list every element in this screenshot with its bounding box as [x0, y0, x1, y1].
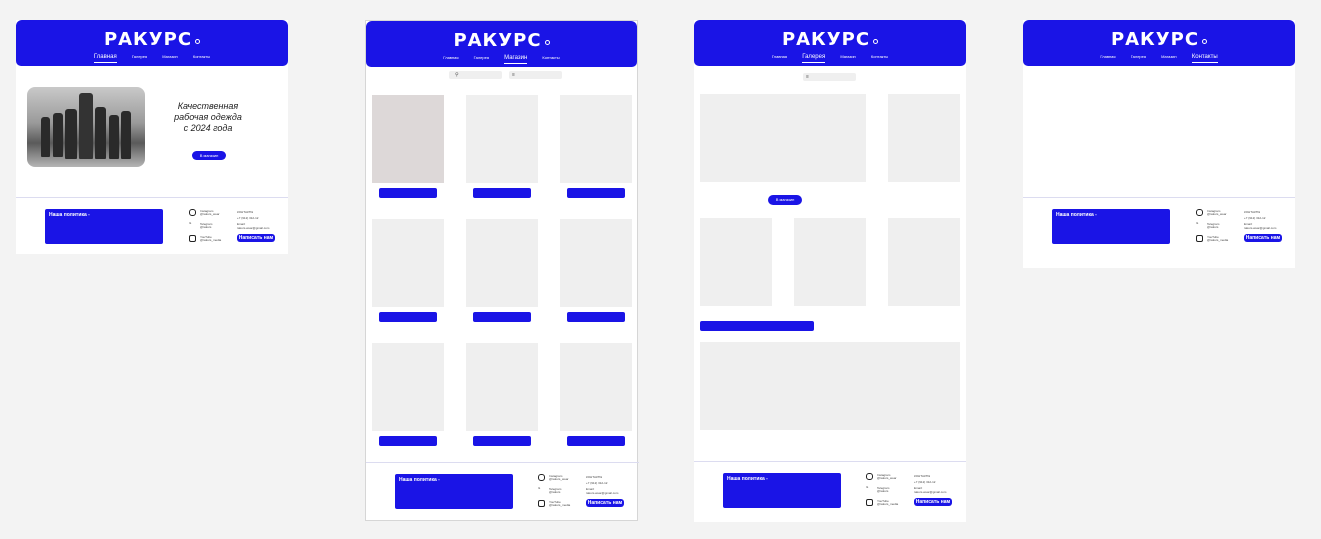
telegram-icon: ➤ [189, 221, 192, 225]
policy-block[interactable]: Наша политика - [723, 473, 841, 508]
nav-home[interactable]: Главная [772, 53, 787, 62]
gallery-section-bar [700, 321, 814, 331]
filter-input[interactable]: ≡ [509, 71, 562, 79]
main-nav: Главная Галерея Магазин Контакты [366, 54, 637, 64]
nav-home[interactable]: Главная [1100, 53, 1115, 62]
filter-input[interactable]: ≡ [803, 73, 856, 81]
product-card[interactable] [372, 219, 444, 307]
write-us-button[interactable]: Написать нам [237, 234, 275, 242]
product-buy-button[interactable] [473, 312, 531, 322]
contacts-info: КОНТАКТЫ +7 (912) 312-12 Email: rakurs.wea… [237, 210, 270, 230]
nav-contacts[interactable]: Контакты [193, 53, 210, 62]
product-card[interactable] [560, 95, 632, 183]
nav-home[interactable]: Главная [443, 54, 458, 63]
product-card[interactable] [560, 219, 632, 307]
contacts-info: КОНТАКТЫ +7 (912) 312-12 Email: rakurs.wea… [586, 475, 619, 495]
policy-block[interactable]: Наша политика - [395, 474, 513, 509]
product-buy-button[interactable] [379, 436, 437, 446]
gallery-image[interactable] [700, 218, 772, 306]
product-buy-button[interactable] [567, 312, 625, 322]
gallery-image[interactable] [794, 218, 866, 306]
product-buy-button[interactable] [473, 436, 531, 446]
main-nav: Главная Галерея Магазин Контакты [16, 53, 288, 63]
shop-cta-button[interactable]: В магазин [192, 151, 226, 160]
product-card[interactable] [560, 343, 632, 431]
nav-gallery[interactable]: Галерея [802, 53, 826, 63]
home-page-frame: РАКУРС Главная Галерея Магазин Контакты … [16, 20, 288, 254]
instagram-icon [538, 474, 545, 481]
nav-shop[interactable]: Магазин [840, 53, 855, 62]
main-nav: Главная Галерея Магазин Контакты [694, 53, 966, 63]
youtube-icon [866, 499, 873, 506]
nav-shop[interactable]: Магазин [1161, 53, 1176, 62]
instagram-icon [1196, 209, 1203, 216]
gallery-banner[interactable] [700, 342, 960, 430]
nav-contacts[interactable]: Контакты [542, 54, 559, 63]
telegram-icon: ➤ [538, 486, 541, 490]
telegram-icon: ➤ [866, 485, 869, 489]
gallery-image[interactable] [700, 94, 866, 182]
product-buy-button[interactable] [567, 436, 625, 446]
contacts-page-frame: РАКУРС Главная Галерея Магазин Контакты … [1023, 20, 1295, 268]
logo[interactable]: РАКУРС [16, 29, 288, 51]
logo[interactable]: РАКУРС [1023, 29, 1295, 51]
shop-page-frame: РАКУРС Главная Галерея Магазин Контакты … [365, 20, 639, 521]
product-buy-button[interactable] [379, 188, 437, 198]
product-buy-button[interactable] [379, 312, 437, 322]
policy-block[interactable]: Наша политика - [45, 209, 163, 244]
logo[interactable]: РАКУРС [694, 29, 966, 51]
gallery-page-frame: РАКУРС Главная Галерея Магазин Контакты … [694, 20, 966, 522]
footer-divider [366, 462, 639, 463]
footer-divider [16, 197, 288, 198]
instagram-icon [189, 209, 196, 216]
youtube-icon [538, 500, 545, 507]
write-us-button[interactable]: Написать нам [1244, 234, 1282, 242]
header: РАКУРС Главная Галерея Магазин Контакты [1023, 20, 1295, 66]
gallery-image[interactable] [888, 218, 960, 306]
gallery-image[interactable] [888, 94, 960, 182]
hero-photo [27, 87, 145, 167]
search-input[interactable]: ⚲ [449, 71, 502, 79]
product-card[interactable] [372, 95, 444, 183]
product-card[interactable] [466, 95, 538, 183]
product-card[interactable] [466, 219, 538, 307]
nav-contacts[interactable]: Контакты [1191, 53, 1218, 63]
contacts-info: КОНТАКТЫ +7 (912) 312-12 Email: rakurs.wea… [1244, 210, 1277, 230]
hero-line-2: рабочая одежда [174, 112, 242, 122]
write-us-button[interactable]: Написать нам [586, 499, 624, 507]
nav-shop[interactable]: Магазин [504, 54, 528, 64]
header: РАКУРС Главная Галерея Магазин Контакты [694, 20, 966, 66]
hero-line-3: с 2024 года [183, 123, 233, 133]
logo[interactable]: РАКУРС [366, 30, 637, 52]
nav-home[interactable]: Главная [93, 53, 117, 63]
hero-tagline: Качественная рабочая одежда с 2024 года [166, 101, 250, 134]
nav-gallery[interactable]: Галерея [474, 54, 489, 63]
contacts-info: КОНТАКТЫ +7 (912) 312-12 Email: rakurs.wea… [914, 474, 947, 494]
instagram-icon [866, 473, 873, 480]
product-card[interactable] [372, 343, 444, 431]
footer-divider [694, 461, 966, 462]
header: РАКУРС Главная Галерея Магазин Контакты [16, 20, 288, 66]
search-icon: ⚲ [455, 72, 459, 78]
nav-gallery[interactable]: Галерея [1131, 53, 1146, 62]
footer-divider [1023, 197, 1295, 198]
youtube-icon [1196, 235, 1203, 242]
policy-block[interactable]: Наша политика - [1052, 209, 1170, 244]
write-us-button[interactable]: Написать нам [914, 498, 952, 506]
nav-gallery[interactable]: Галерея [132, 53, 147, 62]
header: РАКУРС Главная Галерея Магазин Контакты [366, 21, 637, 67]
filter-icon: ≡ [512, 72, 515, 78]
product-buy-button[interactable] [567, 188, 625, 198]
filter-icon: ≡ [806, 74, 809, 80]
shop-cta-button[interactable]: В магазин [768, 195, 802, 205]
youtube-icon [189, 235, 196, 242]
nav-contacts[interactable]: Контакты [871, 53, 888, 62]
telegram-icon: ➤ [1196, 221, 1199, 225]
hero-line-1: Качественная [177, 101, 239, 111]
main-nav: Главная Галерея Магазин Контакты [1023, 53, 1295, 63]
product-buy-button[interactable] [473, 188, 531, 198]
product-card[interactable] [466, 343, 538, 431]
nav-shop[interactable]: Магазин [162, 53, 177, 62]
